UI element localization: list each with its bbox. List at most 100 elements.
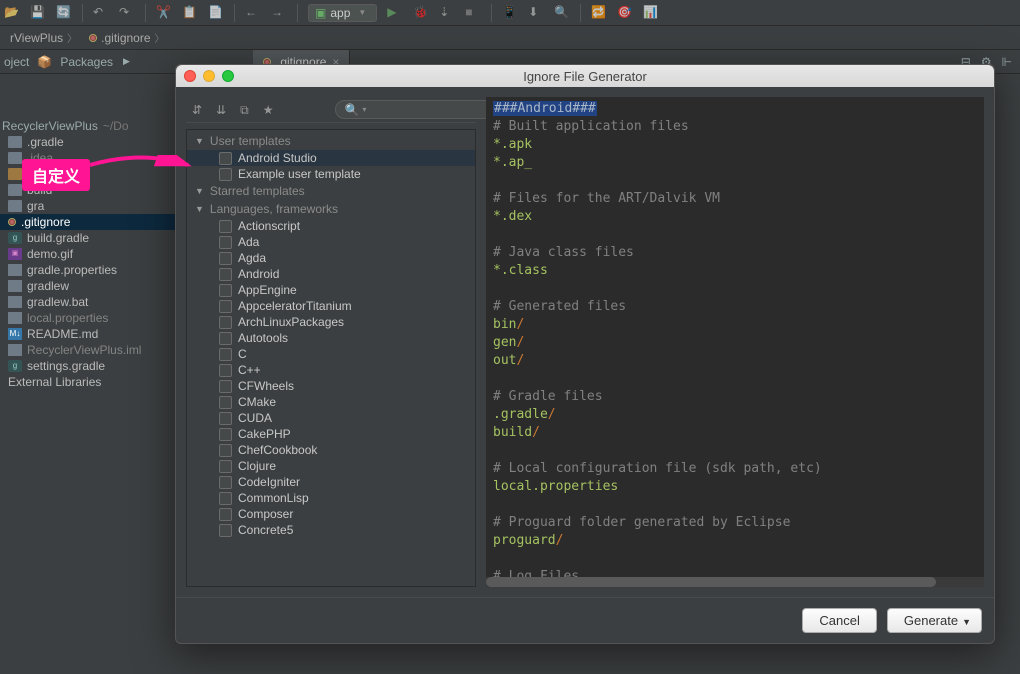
template-item[interactable]: Android Studio — [187, 150, 475, 166]
cancel-button[interactable]: Cancel — [802, 608, 876, 633]
template-item[interactable]: Example user template — [187, 166, 475, 182]
star-icon[interactable]: ★ — [263, 103, 274, 117]
attach-icon[interactable]: ⇣ — [439, 5, 455, 21]
undo-icon[interactable]: ↶ — [93, 5, 109, 21]
collapse-all-icon[interactable]: ⇊ — [216, 103, 226, 117]
template-item[interactable]: CakePHP — [187, 426, 475, 442]
checkbox[interactable] — [219, 348, 232, 361]
tree-item[interactable]: ▣demo.gif — [0, 246, 180, 262]
template-item[interactable]: AppceleratorTitanium — [187, 298, 475, 314]
checkbox[interactable] — [219, 460, 232, 473]
template-item[interactable]: Clojure — [187, 458, 475, 474]
tree-item[interactable]: gra — [0, 198, 180, 214]
run-icon[interactable]: ▶ — [387, 5, 403, 21]
template-item[interactable]: Concrete5 — [187, 522, 475, 538]
breadcrumb-project[interactable]: rViewPlus 〉 — [4, 30, 83, 45]
tree-item[interactable]: .gitignore — [0, 214, 180, 230]
monitor-icon[interactable]: 📊 — [643, 5, 659, 21]
sync-icon[interactable]: 🔁 — [591, 5, 607, 21]
checkbox[interactable] — [219, 236, 232, 249]
debug-icon[interactable]: 🐞 — [413, 5, 429, 21]
horizontal-scrollbar[interactable] — [486, 577, 984, 587]
project-tab[interactable]: oject — [4, 55, 29, 69]
template-group-header[interactable]: ▼User templates — [187, 132, 475, 150]
checkbox[interactable] — [219, 332, 232, 345]
generate-button[interactable]: Generate▼ — [887, 608, 982, 633]
run-config-dropdown[interactable]: ▣ app ▼ — [308, 4, 377, 22]
template-item[interactable]: ChefCookbook — [187, 442, 475, 458]
template-item[interactable]: CMake — [187, 394, 475, 410]
redo-icon[interactable]: ↷ — [119, 5, 135, 21]
template-item[interactable]: CFWheels — [187, 378, 475, 394]
tree-item[interactable]: .gradle — [0, 134, 180, 150]
checkbox[interactable] — [219, 492, 232, 505]
tree-item[interactable]: local.properties — [0, 310, 180, 326]
checkbox[interactable] — [219, 412, 232, 425]
checkbox[interactable] — [219, 380, 232, 393]
checkbox[interactable] — [219, 524, 232, 537]
template-item[interactable]: Android — [187, 266, 475, 282]
template-group-header[interactable]: ▼Starred templates — [187, 182, 475, 200]
template-item[interactable]: Ada — [187, 234, 475, 250]
tree-item[interactable]: gsettings.gradle — [0, 358, 180, 374]
minimize-icon[interactable] — [203, 70, 215, 82]
template-item[interactable]: AppEngine — [187, 282, 475, 298]
copy-icon[interactable]: ⧉ — [240, 103, 249, 117]
project-root[interactable]: RecyclerViewPlus ~/Do — [0, 118, 180, 134]
tree-item[interactable]: gradlew.bat — [0, 294, 180, 310]
checkbox[interactable] — [219, 220, 232, 233]
sdk-icon[interactable]: ⬇ — [528, 5, 544, 21]
structure-icon[interactable]: 🎯 — [617, 5, 633, 21]
template-item[interactable]: Agda — [187, 250, 475, 266]
checkbox[interactable] — [219, 316, 232, 329]
checkbox[interactable] — [219, 396, 232, 409]
checkbox[interactable] — [219, 252, 232, 265]
checkbox[interactable] — [219, 508, 232, 521]
cut-icon[interactable]: ✂️ — [156, 5, 172, 21]
template-item[interactable]: CUDA — [187, 410, 475, 426]
checkbox[interactable] — [219, 284, 232, 297]
template-item[interactable]: Composer — [187, 506, 475, 522]
checkbox[interactable] — [219, 268, 232, 281]
copy-icon[interactable]: 📋 — [182, 5, 198, 21]
checkbox[interactable] — [219, 300, 232, 313]
checkbox[interactable] — [219, 428, 232, 441]
breadcrumb-file[interactable]: .gitignore 〉 — [83, 30, 170, 45]
stop-icon[interactable]: ■ — [465, 5, 481, 21]
template-group-header[interactable]: ▼Languages, frameworks — [187, 200, 475, 218]
expand-all-icon[interactable]: ⇵ — [192, 103, 202, 117]
assistant-icon[interactable]: 🔍 — [554, 5, 570, 21]
external-libraries[interactable]: External Libraries — [0, 374, 180, 390]
checkbox[interactable] — [219, 476, 232, 489]
paste-icon[interactable]: 📄 — [208, 5, 224, 21]
checkbox[interactable] — [219, 152, 232, 165]
template-item[interactable]: C++ — [187, 362, 475, 378]
tree-item[interactable]: gradle.properties — [0, 262, 180, 278]
checkbox[interactable] — [219, 444, 232, 457]
back-icon[interactable]: ← — [245, 5, 261, 21]
chevron-right-icon[interactable]: ▶ — [123, 56, 130, 67]
preview-pane[interactable]: ###Android#### Built application files*.… — [486, 97, 984, 587]
open-icon[interactable]: 📂 — [4, 5, 20, 21]
tree-item[interactable]: M↓README.md — [0, 326, 180, 342]
template-item[interactable]: C — [187, 346, 475, 362]
template-list[interactable]: ▼User templatesAndroid StudioExample use… — [186, 129, 476, 587]
hide-icon[interactable]: ⊩ — [1002, 55, 1012, 69]
tree-item[interactable]: RecyclerViewPlus.iml — [0, 342, 180, 358]
template-item[interactable]: CodeIgniter — [187, 474, 475, 490]
save-icon[interactable]: 💾 — [30, 5, 46, 21]
template-item[interactable]: ArchLinuxPackages — [187, 314, 475, 330]
maximize-icon[interactable] — [222, 70, 234, 82]
template-item[interactable]: CommonLisp — [187, 490, 475, 506]
checkbox[interactable] — [219, 364, 232, 377]
tree-item[interactable]: gbuild.gradle — [0, 230, 180, 246]
close-icon[interactable] — [184, 70, 196, 82]
tree-item[interactable]: gradlew — [0, 278, 180, 294]
avd-icon[interactable]: 📱 — [502, 5, 518, 21]
refresh-icon[interactable]: 🔄 — [56, 5, 72, 21]
template-item[interactable]: Actionscript — [187, 218, 475, 234]
template-item[interactable]: Autotools — [187, 330, 475, 346]
forward-icon[interactable]: → — [271, 5, 287, 21]
checkbox[interactable] — [219, 168, 232, 181]
packages-tab[interactable]: Packages — [60, 55, 113, 69]
